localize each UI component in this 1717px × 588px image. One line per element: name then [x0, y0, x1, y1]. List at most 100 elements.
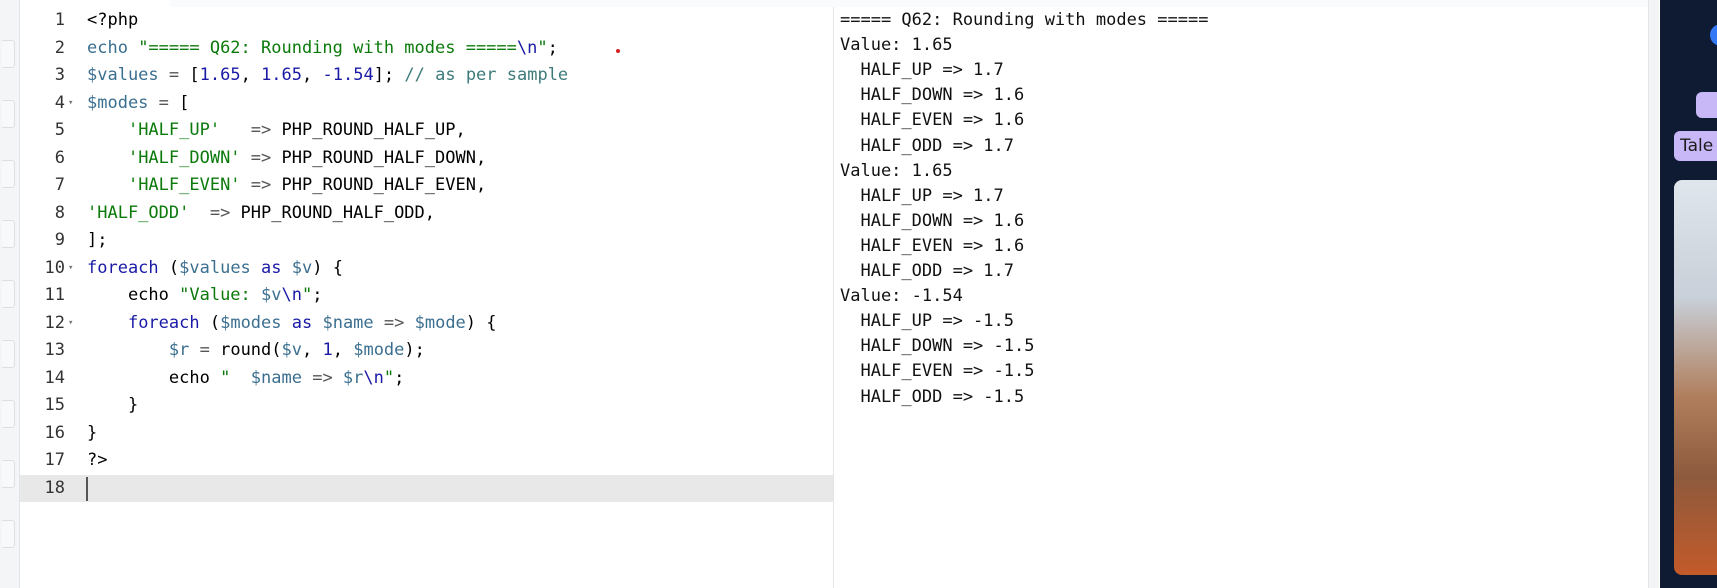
code-line[interactable]: 14 echo " $name => $r\n"; [20, 365, 833, 393]
output-line: HALF_EVEN => 1.6 [840, 110, 1025, 131]
side-pill-button[interactable] [1696, 92, 1717, 118]
line-number: 10 [44, 257, 65, 278]
code-token: => [220, 120, 282, 140]
code-line[interactable]: 17 ?> [20, 447, 833, 475]
code-token: $values [87, 65, 159, 85]
code-text: ]; [87, 227, 107, 255]
strip-tab[interactable] [2, 100, 15, 128]
code-token: $v [291, 257, 313, 278]
code-line[interactable]: 7 'HALF_EVEN' => PHP_ROUND_HALF_EVEN, [20, 172, 833, 200]
code-line[interactable]: 18 [20, 474, 833, 502]
line-number: 18 [44, 477, 65, 498]
code-token: ?> [87, 450, 108, 470]
code-token: round( [220, 340, 282, 360]
code-text: <?php [87, 7, 138, 35]
code-text: echo "Value: $v\n"; [87, 282, 323, 310]
code-token: $mode [353, 340, 405, 360]
breakpoint-marker [616, 49, 620, 53]
code-text: $r = round($v, 1, $mode); [87, 337, 425, 365]
code-text: foreach ($modes as $name => $mode) { [87, 310, 497, 338]
code-token: => [189, 202, 241, 223]
code-token: // as per sample [404, 65, 569, 85]
code-line[interactable]: 16} [20, 420, 833, 448]
code-token: $r [168, 340, 190, 360]
code-text: } [87, 420, 97, 448]
code-token: foreach [127, 312, 200, 333]
code-token: PHP_ROUND_HALF_ODD, [240, 202, 436, 223]
line-number: 14 [44, 367, 65, 388]
code-token: [ [179, 92, 190, 113]
strip-tab[interactable] [2, 520, 15, 548]
code-token: echo [87, 37, 139, 58]
strip-tab[interactable] [2, 280, 15, 308]
fold-chevron-icon[interactable]: ▾ [68, 90, 73, 118]
code-token: , [302, 340, 323, 360]
panel-divider[interactable] [1648, 0, 1659, 588]
code-line[interactable]: 1 <?php [20, 7, 833, 35]
code-token: PHP_ROUND_HALF_DOWN, [281, 147, 487, 168]
code-token: as [281, 312, 323, 333]
text-cursor [86, 476, 88, 501]
status-dot-icon[interactable] [1710, 24, 1717, 46]
output-line: Value: -1.54 [840, 286, 963, 307]
strip-tab[interactable] [2, 40, 15, 68]
output-line: HALF_ODD => 1.7 [840, 135, 1014, 156]
code-token: ; [547, 37, 558, 58]
code-token: "Value: [179, 285, 262, 305]
output-panel: ===== Q62: Rounding with modes ===== Valu… [833, 7, 1649, 588]
strip-tab[interactable] [2, 460, 15, 488]
line-number: 5 [54, 120, 65, 140]
line-number: 11 [44, 285, 65, 305]
code-token: $v [281, 340, 302, 360]
code-text: $values = [1.65, 1.65, -1.54]; // as per… [87, 62, 568, 90]
code-line[interactable]: 12 ▾ foreach ($modes as $name => $mode) { [20, 310, 833, 338]
fold-chevron-icon[interactable]: ▾ [68, 255, 73, 283]
code-line[interactable]: 8 'HALF_ODD' => PHP_ROUND_HALF_ODD, [20, 200, 833, 228]
code-token: $name [250, 367, 302, 388]
code-line[interactable]: 4 ▾ $modes = [ [20, 90, 833, 118]
code-token: ]; [373, 65, 405, 85]
code-token: echo [87, 285, 180, 305]
code-token: 'HALF_EVEN' [127, 175, 241, 195]
strip-tab[interactable] [2, 400, 15, 428]
code-token: " [301, 285, 313, 305]
strip-tab[interactable] [2, 160, 15, 188]
code-line[interactable]: 6 'HALF_DOWN' => PHP_ROUND_HALF_DOWN, [20, 145, 833, 173]
code-token: ; [394, 367, 405, 388]
code-token: , [240, 65, 262, 85]
line-number: 6 [54, 147, 65, 168]
code-editor[interactable]: 1 <?php 2 echo "===== Q62: Rounding with mo… [20, 7, 833, 588]
code-line[interactable]: 15 } [20, 392, 833, 420]
code-text: } [87, 392, 138, 420]
code-token: 'HALF_DOWN' [127, 147, 241, 168]
side-tag[interactable]: Tale [1674, 131, 1717, 161]
output-line: HALF_DOWN => 1.6 [840, 210, 1025, 231]
code-token: ); [404, 340, 425, 360]
code-token: ( [158, 257, 180, 278]
code-token: = [189, 340, 221, 360]
profile-photo [1674, 180, 1717, 575]
code-token: = [158, 65, 190, 85]
code-line[interactable]: 11 echo "Value: $v\n"; [20, 282, 833, 310]
strip-tab[interactable] [2, 220, 15, 248]
output-line: HALF_DOWN => -1.5 [840, 336, 1035, 357]
line-number: 9 [54, 230, 65, 250]
code-line[interactable]: 2 echo "===== Q62: Rounding with modes ==… [20, 35, 833, 63]
code-line[interactable]: 5 'HALF_UP' => PHP_ROUND_HALF_UP, [20, 117, 833, 145]
code-token: \n [281, 285, 302, 305]
code-token: $modes [87, 92, 149, 113]
code-line[interactable]: 3 $values = [1.65, 1.65, -1.54]; // as pe… [20, 62, 833, 90]
line-number: 3 [54, 65, 65, 85]
code-token: PHP_ROUND_HALF_EVEN, [281, 175, 487, 195]
code-token: => [240, 147, 282, 168]
strip-tab[interactable] [2, 340, 15, 368]
code-token: " [220, 367, 251, 388]
code-token: $v [261, 285, 282, 305]
code-token: => [301, 367, 343, 388]
code-line[interactable]: 10 ▾ foreach ($values as $v) { [20, 255, 833, 283]
code-line[interactable]: 9]; [20, 227, 833, 255]
code-line[interactable]: 13 $r = round($v, 1, $mode); [20, 337, 833, 365]
code-text: 'HALF_EVEN' => PHP_ROUND_HALF_EVEN, [87, 172, 486, 200]
fold-chevron-icon[interactable]: ▾ [68, 310, 73, 338]
